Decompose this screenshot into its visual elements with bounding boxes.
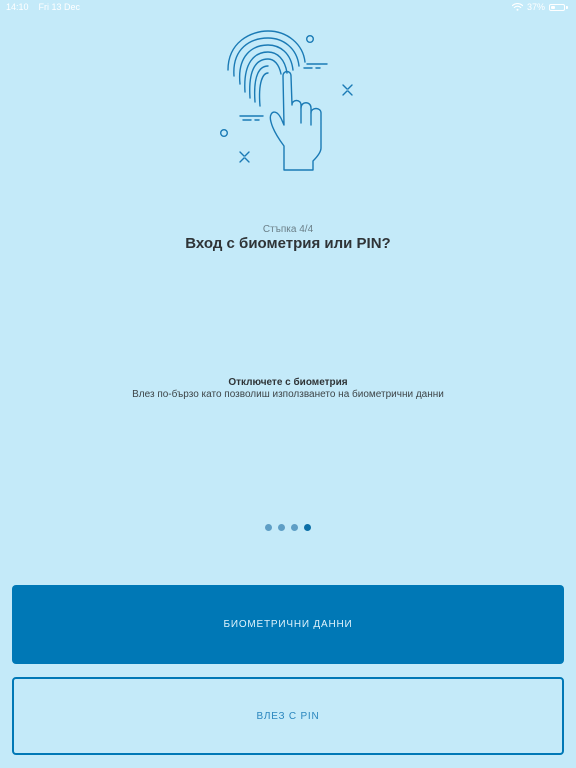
slide-heading: Отключете с биометрия [228, 377, 348, 388]
page-indicator[interactable] [0, 524, 576, 531]
battery-tip [566, 5, 568, 9]
status-date: Fri 13 Dec [38, 2, 81, 12]
pin-login-button[interactable]: Влез с PIN [12, 677, 564, 755]
battery-percent: 37% [526, 2, 545, 12]
wifi-icon [511, 3, 523, 11]
page-title: Вход с биометрия или PIN? [185, 235, 391, 252]
page-dot-3[interactable] [291, 524, 298, 531]
status-right: 37% [511, 2, 568, 12]
status-bar: 14:10 Fri 13 Dec 37% [0, 0, 576, 16]
page-dot-1[interactable] [265, 524, 272, 531]
battery-icon [549, 3, 565, 11]
biometric-button[interactable]: Биометрични данни [12, 585, 564, 664]
page-dot-2[interactable] [278, 524, 285, 531]
step-indicator: Стъпка 4/4 [262, 224, 314, 235]
slide-description: Влез по-бързо като позволиш използването… [132, 389, 444, 400]
page-dot-4[interactable] [304, 524, 311, 531]
fingerprint-hand-icon [219, 30, 353, 171]
battery-fill [551, 5, 555, 9]
status-left: 14:10 Fri 13 Dec [6, 2, 80, 12]
status-time: 14:10 [6, 2, 29, 12]
